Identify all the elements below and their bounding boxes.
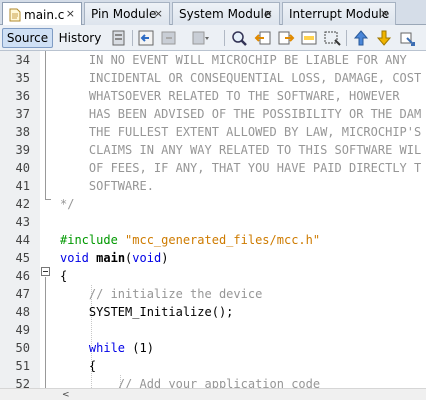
line-number: 50 (15, 341, 30, 355)
code-line: { (60, 269, 68, 283)
find-next-icon[interactable] (277, 29, 295, 47)
close-icon[interactable]: × (154, 7, 163, 20)
include-path: "mcc_generated_files/mcc.h" (125, 233, 321, 247)
code-line: HAS BEEN ADVISED OF THE POSSIBILITY OR T… (60, 107, 422, 121)
code-line: while (1) (60, 339, 426, 357)
keyword: void (132, 251, 162, 265)
function-fold-line (45, 277, 46, 388)
line-number-gutter: 34 35 36 37 38 39 40 41 42 43 44 45 46 4… (0, 51, 40, 391)
toggle-bookmark-icon[interactable] (398, 29, 416, 47)
tab-label: System Module (179, 7, 272, 21)
tab-system-module[interactable]: System Module × (172, 2, 280, 25)
line-number: 36 (15, 89, 30, 103)
code-line: INCIDENTAL OR CONSEQUENTIAL LOSS, DAMAGE… (60, 71, 422, 85)
tab-pin-module[interactable]: Pin Module × (84, 2, 170, 25)
source-button[interactable]: Source (2, 28, 53, 48)
editor-toolbar: Source History (0, 25, 426, 51)
c-file-icon (9, 8, 21, 22)
code-line: OF FEES, IF ANY, THAT YOU HAVE PAID DIRE… (60, 161, 422, 175)
line-number: 42 (15, 197, 30, 211)
line-number: 46 (15, 269, 30, 283)
code-line: SYSTEM_Initialize(); (60, 305, 234, 319)
line-number: 34 (15, 53, 30, 67)
code-line: void main(void) (60, 249, 426, 267)
close-icon[interactable]: × (380, 7, 389, 20)
line-number: 51 (15, 359, 30, 373)
keyword: while (88, 341, 126, 355)
find-icon[interactable] (230, 29, 248, 47)
code-line: THE FULLEST EXTENT ALLOWED BY LAW, MICRO… (60, 125, 422, 139)
while-condition: (1) (125, 341, 154, 355)
line-number: 49 (15, 323, 30, 337)
previous-bookmark-icon[interactable] (352, 29, 370, 47)
toolbar-separator (346, 30, 347, 46)
close-icon[interactable]: × (264, 7, 273, 20)
comment-fold-end (45, 199, 51, 200)
line-number: 47 (15, 287, 30, 301)
code-line: IN NO EVENT WILL MICROCHIP BE LIABLE FOR… (60, 53, 407, 67)
line-number: 37 (15, 107, 30, 121)
code-line: { (60, 359, 97, 373)
close-icon[interactable]: × (66, 7, 75, 20)
code-editor[interactable]: 34 35 36 37 38 39 40 41 42 43 44 45 46 4… (0, 51, 426, 391)
keyword: void (60, 251, 89, 265)
tab-label: Pin Module (91, 7, 157, 21)
tab-label: main.c (24, 7, 65, 22)
line-number: 45 (15, 251, 30, 265)
tab-interrupt-module[interactable]: Interrupt Module × (282, 2, 396, 25)
fold-toggle-icon[interactable] (41, 267, 50, 276)
toolbar-separator (132, 30, 133, 46)
line-number: 40 (15, 161, 30, 175)
code-line: */ (60, 197, 75, 211)
horizontal-scrollbar[interactable]: < (0, 388, 426, 400)
last-edit-icon[interactable] (110, 29, 128, 47)
tab-main-c[interactable]: main.c × (2, 2, 82, 26)
code-line: CLAIMS IN ANY WAY RELATED TO THIS SOFTWA… (60, 143, 422, 157)
forward-icon[interactable] (160, 29, 178, 47)
code-line: WHATSOEVER RELATED TO THE SOFTWARE, HOWE… (60, 89, 400, 103)
line-number: 38 (15, 125, 30, 139)
editor-tab-strip: main.c × Pin Module × System Module × In… (0, 0, 426, 26)
next-bookmark-icon[interactable] (375, 29, 393, 47)
scroll-left-icon[interactable]: < (62, 390, 70, 400)
function-name: main (96, 251, 126, 265)
find-previous-icon[interactable] (254, 29, 272, 47)
toggle-rect-select-icon[interactable] (323, 29, 341, 47)
toolbar-separator (224, 30, 225, 46)
comment-fold-line (45, 51, 46, 200)
code-line: SOFTWARE. (60, 179, 154, 193)
code-line: // initialize the device (60, 287, 263, 301)
history-button[interactable]: History (56, 28, 104, 48)
fold-column (40, 51, 56, 388)
code-area[interactable]: IN NO EVENT WILL MICROCHIP BE LIABLE FOR… (60, 51, 426, 393)
line-number: 41 (15, 179, 30, 193)
line-number: 48 (15, 305, 30, 319)
line-number: 35 (15, 71, 30, 85)
line-number: 44 (15, 233, 30, 247)
back-icon[interactable] (137, 29, 155, 47)
code-line: #include "mcc_generated_files/mcc.h" (60, 231, 426, 249)
line-number: 43 (15, 215, 30, 229)
paren: ) (161, 251, 169, 265)
preprocessor-directive: #include (60, 233, 118, 247)
tab-label: Interrupt Module (289, 7, 390, 21)
toggle-highlight-icon[interactable] (300, 29, 318, 47)
line-number: 39 (15, 143, 30, 157)
forward-dropdown-icon[interactable] (191, 29, 209, 47)
line-numbers: 34 35 36 37 38 39 40 41 42 43 44 45 46 4… (0, 51, 30, 393)
